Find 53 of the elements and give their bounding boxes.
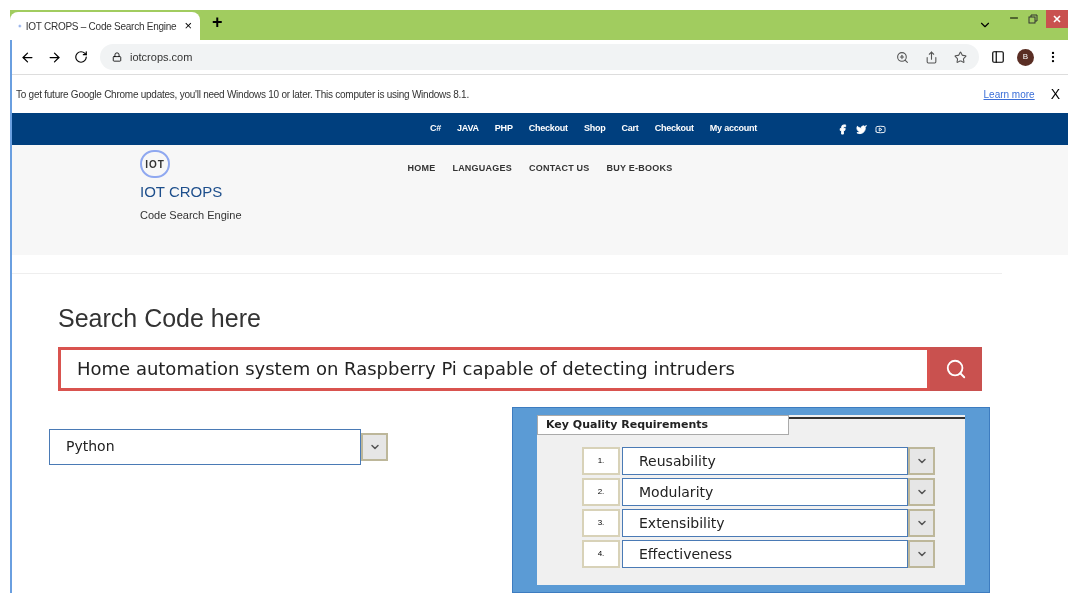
facebook-icon[interactable] bbox=[837, 123, 849, 135]
back-icon[interactable] bbox=[20, 49, 35, 65]
main-nav-link[interactable]: LANGUAGES bbox=[452, 162, 512, 176]
top-nav-link[interactable]: Checkout bbox=[528, 122, 568, 136]
item-number: 4. bbox=[582, 540, 620, 568]
top-nav-link[interactable]: C# bbox=[430, 122, 442, 136]
profile-avatar[interactable]: B bbox=[1017, 48, 1034, 66]
panel-title: Key Quality Requirements bbox=[537, 414, 789, 435]
item-number: 1. bbox=[582, 447, 620, 475]
tab-title: IOT CROPS – Code Search Engine bbox=[25, 19, 177, 34]
requirement-select[interactable]: Effectiveness bbox=[622, 540, 908, 568]
restore-icon[interactable] bbox=[1028, 14, 1038, 24]
top-nav-link[interactable]: PHP bbox=[494, 122, 513, 136]
search-button[interactable] bbox=[930, 346, 982, 391]
site-name: IOT CROPS bbox=[140, 182, 224, 202]
youtube-icon[interactable] bbox=[875, 123, 887, 135]
address-bar[interactable]: iotcrops.com bbox=[100, 44, 979, 70]
search-icon bbox=[945, 357, 967, 380]
forward-icon[interactable] bbox=[47, 49, 62, 65]
item-number: 3. bbox=[582, 509, 620, 537]
top-nav-link[interactable]: My account bbox=[709, 122, 758, 136]
browser-tab[interactable]: IOT CROPS – Code Search Engine × bbox=[10, 12, 200, 40]
top-nav-link[interactable]: JAVA bbox=[457, 122, 479, 136]
search-field[interactable]: Home automation system on Raspberry Pi capable of detecting intruders bbox=[58, 346, 930, 391]
close-window-button[interactable] bbox=[1046, 10, 1068, 28]
twitter-icon[interactable] bbox=[856, 123, 868, 135]
requirement-select[interactable]: Reusability bbox=[622, 447, 908, 475]
top-nav-link[interactable]: Shop bbox=[583, 122, 606, 136]
top-nav-link[interactable]: Checkout bbox=[654, 122, 694, 136]
star-icon[interactable] bbox=[954, 50, 967, 64]
site-logo: IOT bbox=[140, 150, 170, 178]
main-nav-link[interactable]: BUY E-BOOKS bbox=[606, 162, 673, 176]
item-number: 2. bbox=[582, 478, 620, 506]
main-nav-link[interactable]: CONTACT US bbox=[528, 162, 590, 176]
requirement-select[interactable]: Extensibility bbox=[622, 509, 908, 537]
close-icon bbox=[1053, 15, 1061, 23]
top-nav-link[interactable]: Cart bbox=[621, 122, 639, 136]
info-close[interactable]: X bbox=[1050, 83, 1060, 105]
side-panel-icon[interactable] bbox=[991, 50, 1005, 64]
site-tagline: Code Search Engine bbox=[140, 207, 242, 223]
language-select[interactable]: Python bbox=[49, 428, 361, 465]
lock-icon bbox=[112, 52, 122, 62]
share-icon[interactable] bbox=[925, 50, 938, 64]
learn-more-link[interactable]: Learn more bbox=[983, 86, 1035, 102]
info-message: To get future Google Chrome updates, you'll need Windows 10 or later. This computer is using Windows 8.1. bbox=[16, 87, 469, 102]
new-tab-button[interactable]: + bbox=[212, 9, 223, 36]
url-text: iotcrops.com bbox=[130, 49, 193, 65]
requirement-select[interactable]: Modularity bbox=[622, 478, 908, 506]
main-nav-link[interactable]: HOME bbox=[407, 162, 436, 176]
zoom-icon[interactable] bbox=[896, 50, 909, 64]
tab-close[interactable]: × bbox=[184, 16, 192, 36]
reload-icon[interactable] bbox=[74, 50, 88, 64]
search-heading: Search Code here bbox=[58, 303, 262, 334]
